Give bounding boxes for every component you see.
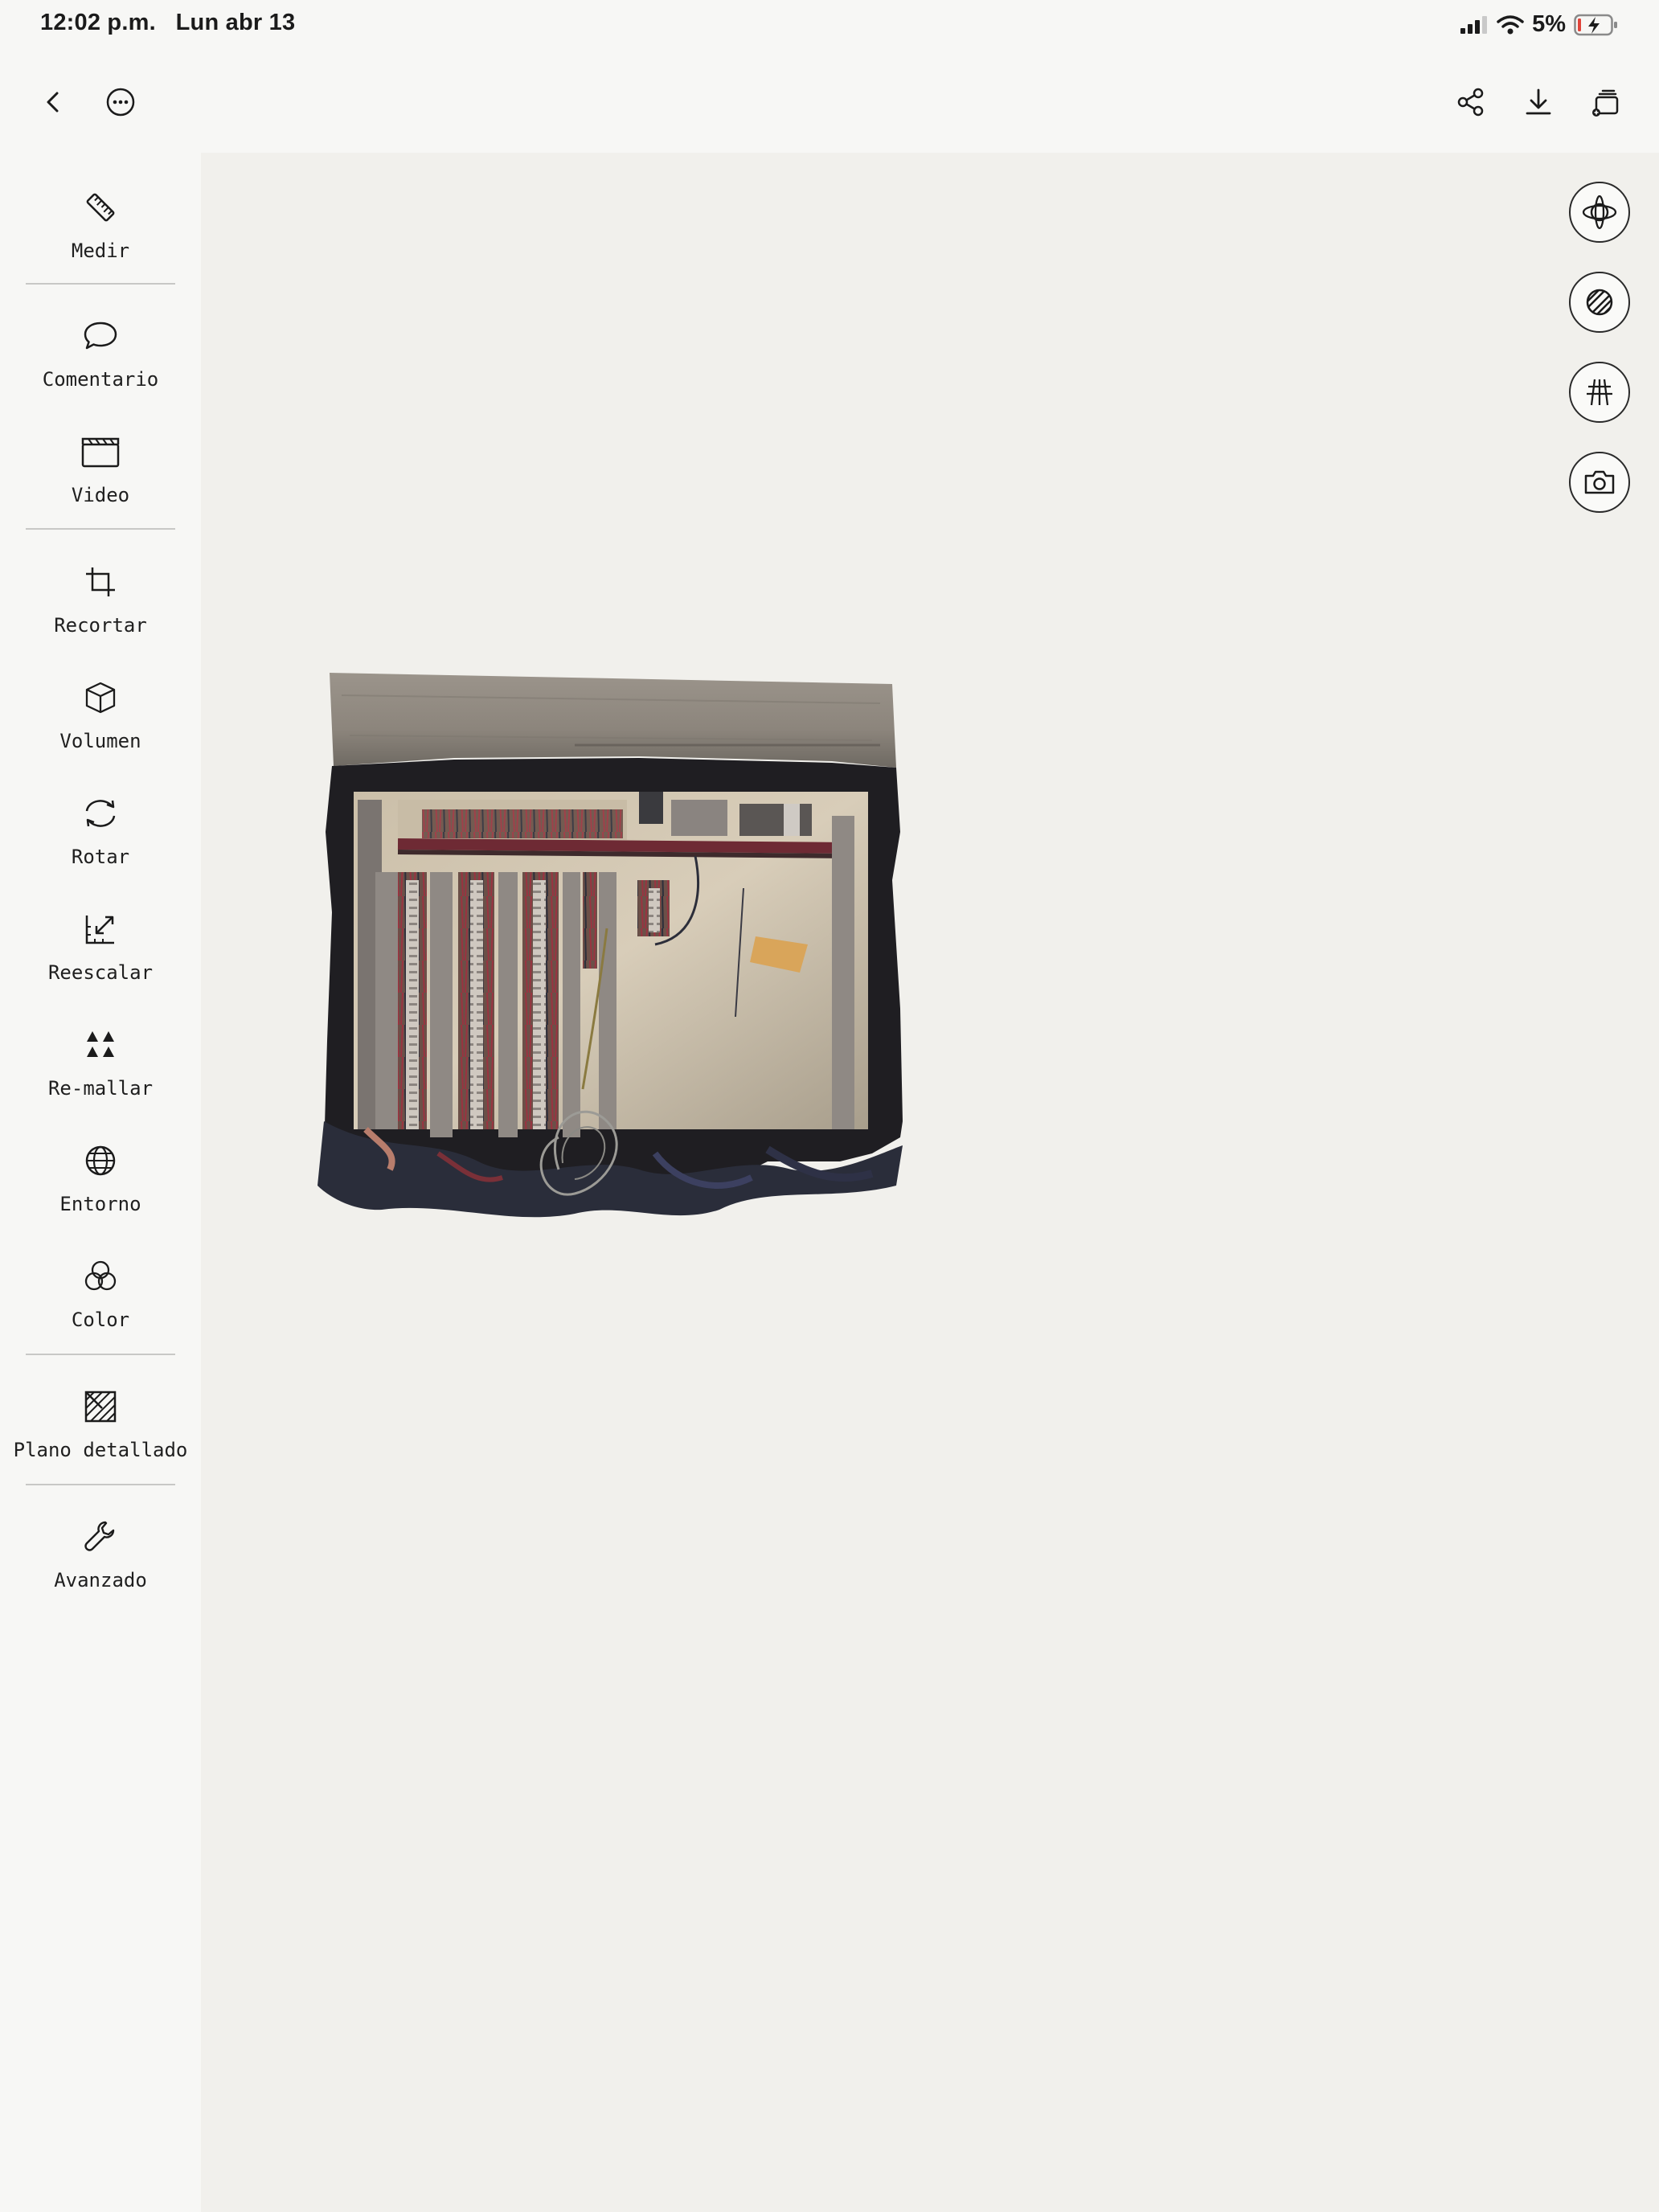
tool-label: Avanzado [54,1569,147,1591]
tool-comentario[interactable]: Comentario [0,313,201,391]
tool-plano-detallado[interactable]: Plano detallado [0,1384,201,1461]
tool-color[interactable]: Color [0,1254,201,1331]
tool-reescalar[interactable]: Reescalar [0,907,201,984]
tool-recortar[interactable]: Recortar [0,559,201,637]
tool-entorno[interactable]: Entorno [0,1138,201,1215]
tool-volumen[interactable]: Volumen [0,675,201,752]
share-button[interactable] [1445,76,1497,128]
tool-label: Plano detallado [13,1439,188,1461]
status-indicators: 5% [1460,11,1619,38]
tool-medir[interactable]: Medir [0,185,201,262]
remesh-icon [78,1022,123,1067]
comment-icon [78,313,123,358]
detailed-plan-icon [78,1384,123,1429]
wifi-icon [1497,14,1524,34]
tool-label: Volumen [59,730,141,752]
tool-avanzado[interactable]: Avanzado [0,1514,201,1591]
camera-icon [1584,470,1615,494]
grid-toggle-button[interactable] [1569,362,1630,423]
divider [26,528,175,530]
export-button[interactable] [1580,76,1632,128]
tool-label: Re-mallar [47,1077,154,1100]
battery-percentage: 5% [1532,11,1566,37]
tool-label: Comentario [42,368,159,391]
scanned-3d-model[interactable] [317,671,1346,1555]
back-button[interactable] [28,76,80,128]
download-button[interactable] [1513,76,1564,128]
export-icon [1592,89,1619,117]
status-date: Lun abr 13 [175,10,296,35]
tools-sidebar: Medir Comentario Video Recortar Volumen … [0,153,201,2212]
wrench-icon [78,1514,123,1559]
video-clapper-icon [78,429,123,474]
divider [26,283,175,285]
status-bar: 12:02 p.m. Lun abr 13 5% [0,0,1659,51]
orbit-icon [1582,195,1617,230]
download-icon [1526,88,1551,115]
tool-label: Video [71,484,130,506]
color-circles-icon [78,1254,123,1299]
tool-video[interactable]: Video [0,429,201,506]
rotate-icon [78,791,123,836]
tool-label: Recortar [54,614,147,637]
share-icon [1457,88,1484,117]
back-icon [47,92,59,113]
cube-icon [78,675,123,720]
tool-rotar[interactable]: Rotar [0,791,201,868]
signal-icon [1460,15,1488,34]
tool-label: Entorno [59,1193,141,1215]
grid-icon [1587,379,1612,406]
crop-icon [78,559,123,604]
rescale-icon [78,907,123,952]
divider [26,1354,175,1355]
battery-charging-icon [1574,14,1617,35]
texture-toggle-button[interactable] [1569,272,1630,333]
tool-label: Medir [71,240,130,262]
more-icon [106,88,135,117]
tool-label: Color [71,1309,130,1331]
texture-icon [1586,289,1613,316]
tool-label: Rotar [71,846,130,868]
tool-re-mallar[interactable]: Re-mallar [0,1022,201,1100]
globe-icon [78,1138,123,1183]
tool-label: Reescalar [47,961,154,984]
ruler-icon [78,185,123,230]
orbit-view-button[interactable] [1569,182,1630,243]
snapshot-button[interactable] [1569,452,1630,513]
status-time: 12:02 p.m. Lun abr 13 [40,10,295,36]
more-options-button[interactable] [95,76,146,128]
divider [26,1484,175,1485]
clock-time: 12:02 p.m. [40,10,156,35]
